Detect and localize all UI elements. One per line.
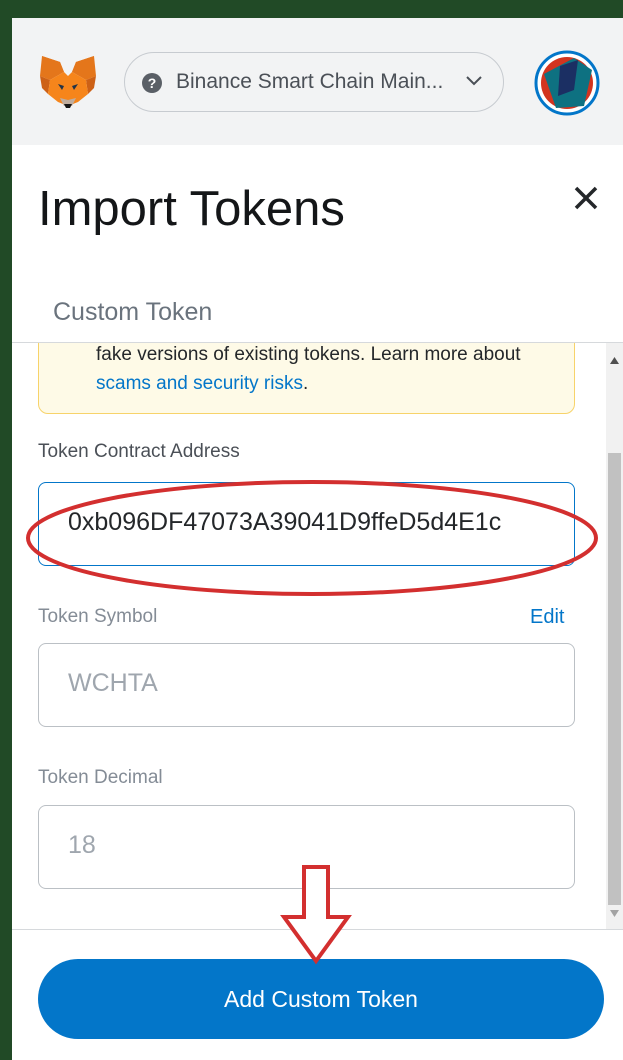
metamask-fox-icon xyxy=(40,56,96,108)
scroll-down-arrow-icon[interactable] xyxy=(610,910,619,917)
help-icon: ? xyxy=(142,73,162,93)
token-decimal-label: Token Decimal xyxy=(38,767,163,788)
scroll-thumb[interactable] xyxy=(608,453,621,905)
contract-address-label: Token Contract Address xyxy=(38,441,240,462)
token-symbol-label: Token Symbol xyxy=(38,606,158,627)
metamask-popup: ? Binance Smart Chain Main... Import Tok… xyxy=(12,18,623,1060)
footer-divider xyxy=(12,929,623,930)
close-icon[interactable] xyxy=(572,184,600,212)
token-decimal-value: 18 xyxy=(68,831,96,859)
page-title: Import Tokens xyxy=(38,182,345,236)
scroll-up-arrow-icon[interactable] xyxy=(610,357,619,364)
token-decimal-input[interactable]: 18 xyxy=(38,805,575,889)
scrollbar[interactable] xyxy=(606,343,623,929)
network-label: Binance Smart Chain Main... xyxy=(176,70,444,93)
contract-address-value: 0xb096DF47073A39041D9ffeD5d4E1c xyxy=(68,508,502,536)
scams-security-link[interactable]: scams and security risks xyxy=(96,373,303,394)
warning-text: fake versions of existing tokens. Learn … xyxy=(96,343,556,398)
network-selector[interactable]: ? Binance Smart Chain Main... xyxy=(124,52,504,112)
contract-address-input[interactable]: 0xb096DF47073A39041D9ffeD5d4E1c xyxy=(38,482,575,566)
warning-body: fake versions of existing tokens. Learn … xyxy=(96,344,521,365)
warning-banner: fake versions of existing tokens. Learn … xyxy=(38,343,575,414)
top-bar: ? Binance Smart Chain Main... xyxy=(12,18,623,145)
token-symbol-value: WCHTA xyxy=(68,669,158,697)
account-avatar-icon[interactable] xyxy=(534,50,600,116)
add-custom-token-button[interactable]: Add Custom Token xyxy=(38,959,604,1039)
token-symbol-input[interactable]: WCHTA xyxy=(38,643,575,727)
warning-suffix: . xyxy=(302,373,309,394)
form-scroll-area: fake versions of existing tokens. Learn … xyxy=(12,343,606,929)
chevron-down-icon xyxy=(466,76,482,86)
token-symbol-edit-link[interactable]: Edit xyxy=(530,606,564,629)
tab-custom-token[interactable]: Custom Token xyxy=(53,298,212,327)
